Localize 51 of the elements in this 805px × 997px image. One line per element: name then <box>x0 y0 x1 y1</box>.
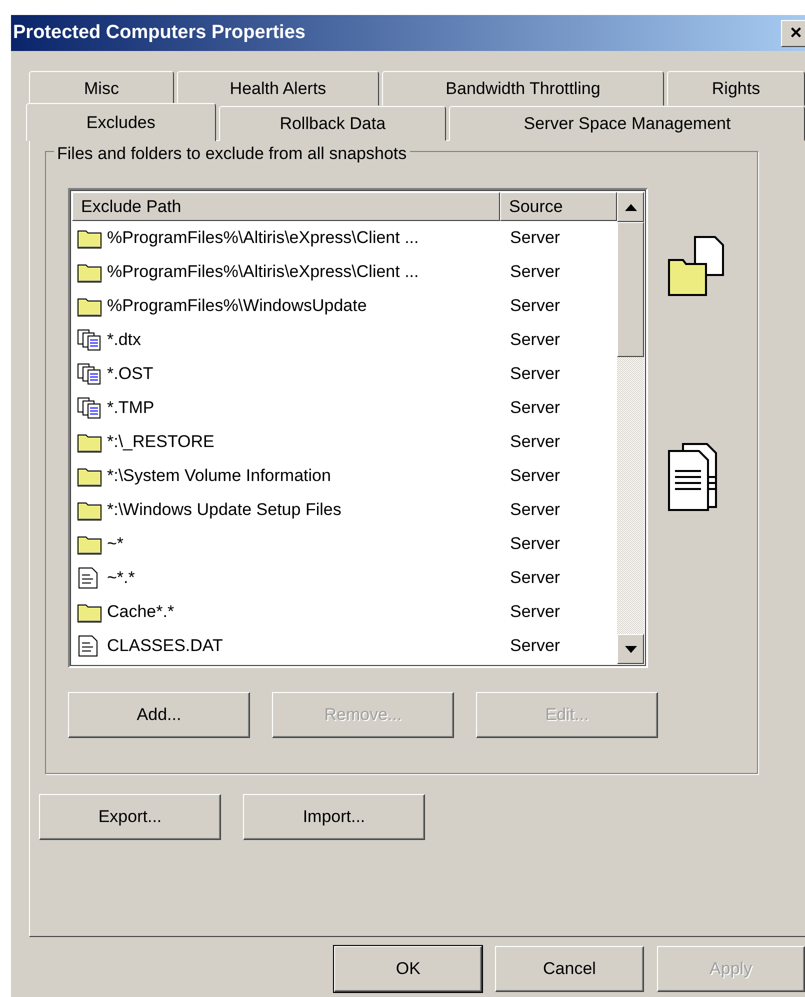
path-cell-text: *:\Windows Update Setup Files <box>107 499 342 522</box>
source-cell-text: Server <box>509 227 560 250</box>
source-cell-text: Server <box>509 567 560 590</box>
column-header[interactable]: Source <box>500 192 617 221</box>
path-cell-text: ~* <box>107 533 124 556</box>
path-cell-text: Cache*.* <box>107 601 174 624</box>
button[interactable]: Export... <box>39 794 221 840</box>
multiple-files-icon <box>77 397 103 419</box>
column-header[interactable]: Exclude Path <box>72 192 500 221</box>
path-cell-text: %ProgramFiles%\Altiris\eXpress\Client ... <box>107 261 419 284</box>
scroll-up-button[interactable] <box>617 192 644 222</box>
source-cell-text: Server <box>509 329 560 352</box>
path-cell-text: *.OST <box>107 363 154 386</box>
multiple-files-icon <box>77 329 103 351</box>
path-cell-text: *.TMP <box>107 397 154 420</box>
path-cell-text: *.dtx <box>107 329 142 352</box>
source-cell-text: Server <box>509 533 560 556</box>
tab[interactable]: Excludes <box>26 103 216 141</box>
path-cell-text: CLASSES.DAT <box>107 635 223 658</box>
path-cell-text: ~*.* <box>107 567 135 590</box>
button[interactable]: OK <box>334 946 482 992</box>
up-arrow-icon <box>624 204 636 210</box>
down-arrow-icon <box>624 646 636 652</box>
scroll-down-button[interactable] <box>617 634 644 664</box>
multiple-files-icon <box>77 363 103 385</box>
scrollbar[interactable] <box>617 192 644 664</box>
tab[interactable]: Rollback Data <box>218 106 446 141</box>
tab[interactable]: Bandwidth Throttling <box>382 71 664 106</box>
path-cell-text: %ProgramFiles%\Altiris\eXpress\Client ... <box>107 227 419 250</box>
scroll-thumb[interactable] <box>617 222 644 357</box>
button[interactable]: Import... <box>243 794 425 840</box>
source-cell-text: Server <box>509 295 560 318</box>
window-title: Protected Computers Properties <box>13 20 306 45</box>
tab[interactable]: Health Alerts <box>177 71 379 106</box>
tab[interactable]: Misc <box>29 71 174 106</box>
source-cell-text: Server <box>509 363 560 386</box>
source-cell-text: Server <box>509 601 560 624</box>
button[interactable]: Cancel <box>495 946 644 992</box>
source-cell-text: Server <box>509 635 560 658</box>
button[interactable]: Add... <box>68 692 250 738</box>
tab[interactable]: Server Space Management <box>449 106 805 141</box>
source-cell-text: Server <box>509 499 560 522</box>
source-cell-text: Server <box>509 431 560 454</box>
path-cell-text: *:\_RESTORE <box>107 431 214 454</box>
source-cell-text: Server <box>509 261 560 284</box>
source-cell-text: Server <box>509 397 560 420</box>
source-cell-text: Server <box>509 465 560 488</box>
close-button[interactable]: × <box>781 20 805 46</box>
tab[interactable]: Rights <box>667 71 805 106</box>
path-cell-text: *:\System Volume Information <box>107 465 331 488</box>
path-cell-text: %ProgramFiles%\WindowsUpdate <box>107 295 367 318</box>
